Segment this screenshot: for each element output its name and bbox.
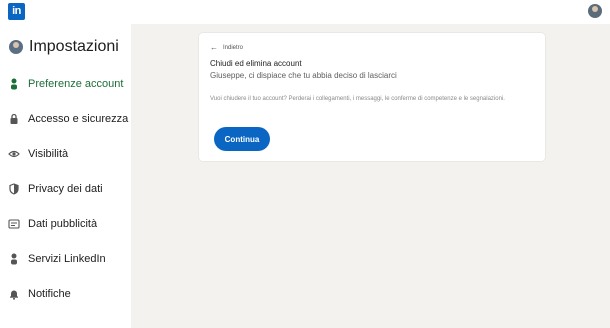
- linkedin-logo-icon[interactable]: in: [8, 3, 25, 20]
- sidebar-item-label: Dati pubblicità: [28, 218, 98, 230]
- settings-sidebar: Impostazioni Preferenze account Accesso …: [0, 24, 131, 328]
- sidebar-item-label: Accesso e sicurezza: [28, 113, 129, 125]
- ad-icon: [8, 218, 20, 230]
- sidebar-item-linkedin-services[interactable]: Servizi LinkedIn: [8, 249, 106, 269]
- bell-icon: [8, 288, 20, 300]
- eye-icon: [8, 148, 20, 160]
- sidebar-title: Impostazioni: [29, 38, 119, 55]
- sidebar-item-data-privacy[interactable]: Privacy dei dati: [8, 179, 103, 199]
- lock-icon: [8, 113, 20, 125]
- sidebar-item-sign-in-security[interactable]: Accesso e sicurezza: [8, 109, 128, 129]
- back-link[interactable]: ← Indietro: [210, 43, 243, 53]
- shield-icon: [8, 183, 20, 195]
- person-icon: [8, 78, 20, 90]
- card-subtitle: Giuseppe, ci dispiace che tu abbia decis…: [210, 71, 397, 80]
- continue-button[interactable]: Continua: [214, 127, 270, 151]
- sidebar-item-ad-data[interactable]: Dati pubblicità: [8, 214, 97, 234]
- card-title: Chiudi ed elimina account: [210, 59, 302, 68]
- sidebar-item-account-preferences[interactable]: Preferenze account: [8, 74, 123, 94]
- close-account-card: ← Indietro Chiudi ed elimina account Giu…: [199, 33, 545, 161]
- sidebar-item-label: Notifiche: [28, 288, 71, 300]
- sidebar-item-label: Servizi LinkedIn: [28, 253, 106, 265]
- sidebar-item-notifications[interactable]: Notifiche: [8, 284, 71, 304]
- profile-avatar-icon: [9, 40, 23, 54]
- sidebar-item-label: Visibilità: [28, 148, 69, 160]
- arrow-left-icon: ←: [210, 43, 218, 52]
- person-icon: [8, 253, 20, 265]
- top-bar: in: [0, 0, 610, 24]
- sidebar-header: Impostazioni: [9, 36, 119, 58]
- sidebar-item-label: Preferenze account: [28, 78, 124, 90]
- back-label: Indietro: [223, 45, 244, 51]
- sidebar-item-visibility[interactable]: Visibilità: [8, 144, 68, 164]
- sidebar-item-label: Privacy dei dati: [28, 183, 103, 195]
- card-description: Vuoi chiudere il tuo account? Perderai i…: [210, 96, 505, 102]
- user-avatar-icon[interactable]: [588, 4, 602, 18]
